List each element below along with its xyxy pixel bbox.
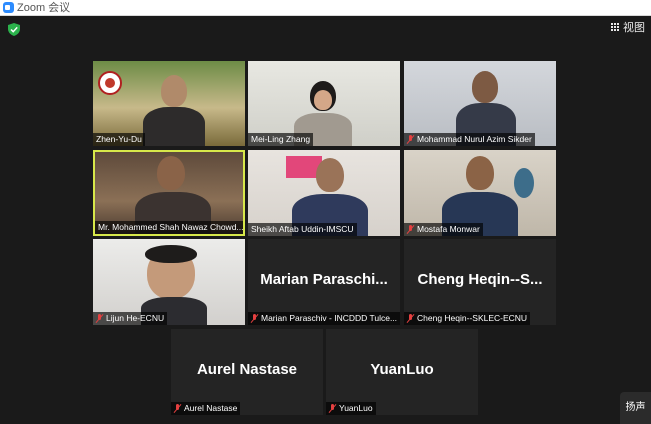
participant-name-label: Marian Paraschiv - INCDDD Tulce... [248,312,400,325]
video-tile-lijun-he[interactable]: Lijun He-ECNU [93,239,245,325]
grid-icon [611,23,619,31]
mic-muted-icon [174,404,181,413]
participant-name-label: YuanLuo [326,402,376,415]
video-tile-sheikh-aftab-uddin[interactable]: Sheikh Aftab Uddin-IMSCU [248,150,400,236]
participant-silhouette [143,75,213,146]
window-title: Zoom 会议 [17,2,71,14]
avatar-tile-marian-paraschiv[interactable]: Marian Paraschi... Marian Paraschiv - IN… [248,239,400,325]
speaker-view-button[interactable]: 扬声 [620,392,651,424]
video-tile-mostafa-monwar[interactable]: Mostafa Monwar [404,150,556,236]
mic-muted-icon [407,314,414,323]
zoom-app-icon [3,2,14,13]
participant-display-name: Cheng Heqin--S... [417,271,543,288]
university-emblem [98,71,122,95]
video-tile-zhen-yu-du[interactable]: Zhen-Yu-Du [93,61,245,146]
participant-name-label: Aurel Nastase [171,402,241,415]
view-button[interactable]: 视图 [611,19,645,35]
participant-name-label: Mostafa Monwar [404,223,483,236]
participant-name-label: Sheikh Aftab Uddin-IMSCU [248,223,357,236]
video-tile-mohammed-shah-nawaz[interactable]: Mr. Mohammed Shah Nawaz Chowd... [93,150,245,236]
video-tile-mei-ling-zhang[interactable]: Mei-Ling Zhang [248,61,400,146]
avatar-tile-cheng-heqin[interactable]: Cheng Heqin--S... Cheng Heqin--SKLEC-ECN… [404,239,556,325]
participant-display-name: Aurel Nastase [196,361,298,378]
participant-name-label: Mohammad Nurul Azim Sikder [404,133,535,146]
participant-name-label: Mr. Mohammed Shah Nawaz Chowd... [95,221,243,234]
participant-name-label: Cheng Heqin--SKLEC-ECNU [404,312,531,325]
mic-muted-icon [251,314,258,323]
shield-check-icon[interactable] [8,23,20,36]
view-button-label: 视图 [623,22,645,34]
mic-muted-icon [407,135,414,144]
participant-name-label: Zhen-Yu-Du [93,133,145,146]
participant-display-name: Marian Paraschi... [260,271,388,288]
avatar-tile-yuanluo[interactable]: YuanLuo YuanLuo [326,329,478,415]
mic-muted-icon [96,314,103,323]
video-tile-mohammad-nurul-azim-sikder[interactable]: Mohammad Nurul Azim Sikder [404,61,556,146]
mic-muted-icon [329,404,336,413]
participant-name-label: Mei-Ling Zhang [248,133,314,146]
title-bar: Zoom 会议 [0,0,651,16]
mic-muted-icon [407,225,414,234]
participant-display-name: YuanLuo [370,361,434,378]
participant-name-label: Lijun He-ECNU [93,312,168,325]
avatar-tile-aurel-nastase[interactable]: Aurel Nastase Aurel Nastase [171,329,323,415]
